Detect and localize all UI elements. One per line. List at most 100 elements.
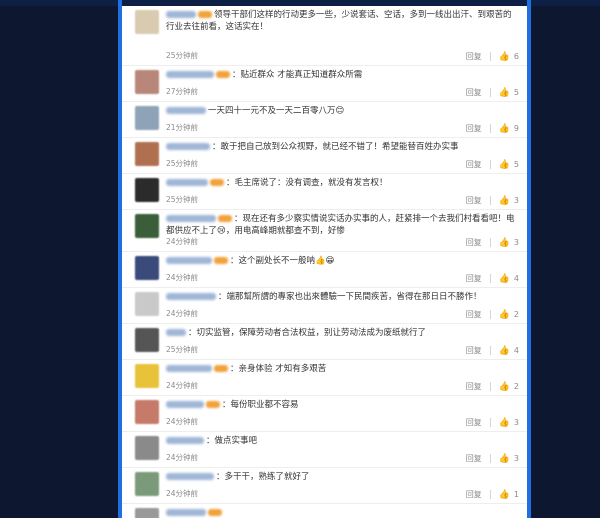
- avatar[interactable]: [135, 472, 159, 496]
- username-link[interactable]: [166, 215, 216, 222]
- comment-time: 21分钟前: [166, 123, 199, 132]
- comment-text: ：切实监管，保障劳动者合法权益，别让劳动法成为废纸就行了: [188, 328, 427, 338]
- comment-text: ：每份职业都不容易: [222, 400, 299, 410]
- comment-time: 27分钟前: [166, 87, 199, 96]
- reply-button[interactable]: 回复: [466, 345, 482, 356]
- action-divider: [489, 274, 491, 283]
- user-badge: [210, 179, 224, 186]
- avatar[interactable]: [135, 400, 159, 424]
- user-badge: [218, 215, 232, 222]
- thumbs-up-icon[interactable]: 👍: [499, 490, 510, 500]
- comment-item: ：毛主席说了：没有调查，就没有发言权！ 25分钟前 回复 👍 3: [122, 174, 527, 210]
- thumbs-up-icon[interactable]: 👍: [499, 238, 510, 248]
- thumbs-up-icon[interactable]: 👍: [499, 274, 510, 284]
- reply-button[interactable]: 回复: [466, 309, 482, 320]
- username-link[interactable]: [166, 437, 204, 444]
- action-divider: [489, 454, 491, 463]
- comment-item: 领导干部们这样的行动更多一些，少说套话、空话，多到一线出出汗、到艰苦的行业去往前…: [122, 6, 527, 66]
- action-divider: [489, 124, 491, 133]
- thumbs-up-icon[interactable]: 👍: [499, 346, 510, 356]
- comment-text: ：这个副处长不一般呐👍😁: [230, 256, 335, 266]
- comment-list[interactable]: 领导干部们这样的行动更多一些，少说套话、空话，多到一线出出汗、到艰苦的行业去往前…: [122, 6, 527, 518]
- action-divider: [489, 382, 491, 391]
- avatar[interactable]: [135, 214, 159, 238]
- user-badge: [214, 365, 228, 372]
- action-divider: [489, 52, 491, 61]
- reply-button[interactable]: 回复: [466, 51, 482, 62]
- reply-button[interactable]: 回复: [466, 453, 482, 464]
- like-count: 3: [513, 454, 519, 463]
- action-divider: [489, 490, 491, 499]
- comment-actions: 回复 👍 5: [466, 87, 519, 98]
- like-count: 6: [513, 52, 519, 61]
- comment-actions: 回复 👍 4: [466, 273, 519, 284]
- comment-time: 24分钟前: [166, 417, 199, 426]
- comment-time: 25分钟前: [166, 51, 199, 60]
- reply-button[interactable]: 回复: [466, 87, 482, 98]
- thumbs-up-icon[interactable]: 👍: [499, 196, 510, 206]
- like-count: 5: [513, 88, 519, 97]
- reply-button[interactable]: 回复: [466, 381, 482, 392]
- username-link[interactable]: [166, 179, 208, 186]
- comment-actions: 回复 👍 9: [466, 123, 519, 134]
- action-divider: [489, 346, 491, 355]
- username-link[interactable]: [166, 257, 212, 264]
- comment-actions: 回复 👍 3: [466, 417, 519, 428]
- avatar[interactable]: [135, 10, 159, 34]
- thumbs-up-icon[interactable]: 👍: [499, 310, 510, 320]
- username-link[interactable]: [166, 365, 212, 372]
- username-link[interactable]: [166, 11, 196, 18]
- username-link[interactable]: [166, 509, 206, 516]
- comment-actions: 回复 👍 5: [466, 159, 519, 170]
- comment-item: [122, 504, 527, 518]
- username-link[interactable]: [166, 107, 206, 114]
- comment-text: 领导干部们这样的行动更多一些，少说套话、空话，多到一线出出汗、到艰苦的行业去往前…: [166, 10, 512, 32]
- reply-button[interactable]: 回复: [466, 417, 482, 428]
- comment-actions: 回复 👍 3: [466, 453, 519, 464]
- avatar[interactable]: [135, 436, 159, 460]
- avatar[interactable]: [135, 142, 159, 166]
- comment-text: ：亲身体验 才知有多艰苦: [230, 364, 327, 374]
- comment-item: ：这个副处长不一般呐👍😁 24分钟前 回复 👍 4: [122, 252, 527, 288]
- username-link[interactable]: [166, 329, 186, 336]
- like-count: 4: [513, 274, 519, 283]
- avatar[interactable]: [135, 508, 159, 518]
- comment-time: 24分钟前: [166, 489, 199, 498]
- comment-text: ：敢于把自己放到公众视野，就已经不错了！希望能替百姓办实事: [212, 142, 459, 152]
- username-link[interactable]: [166, 143, 210, 150]
- comment-item: ：敢于把自己放到公众视野，就已经不错了！希望能替百姓办实事 25分钟前 回复 👍 5: [122, 138, 527, 174]
- reply-button[interactable]: 回复: [466, 237, 482, 248]
- reply-button[interactable]: 回复: [466, 489, 482, 500]
- avatar[interactable]: [135, 256, 159, 280]
- avatar[interactable]: [135, 364, 159, 388]
- thumbs-up-icon[interactable]: 👍: [499, 454, 510, 464]
- thumbs-up-icon[interactable]: 👍: [499, 88, 510, 98]
- reply-button[interactable]: 回复: [466, 273, 482, 284]
- thumbs-up-icon[interactable]: 👍: [499, 124, 510, 134]
- comment-actions: 回复 👍 3: [466, 237, 519, 248]
- avatar[interactable]: [135, 106, 159, 130]
- thumbs-up-icon[interactable]: 👍: [499, 160, 510, 170]
- comment-time: 24分钟前: [166, 453, 199, 462]
- reply-button[interactable]: 回复: [466, 123, 482, 134]
- username-link[interactable]: [166, 473, 214, 480]
- username-link[interactable]: [166, 71, 214, 78]
- avatar[interactable]: [135, 328, 159, 352]
- avatar[interactable]: [135, 70, 159, 94]
- username-link[interactable]: [166, 293, 216, 300]
- reply-button[interactable]: 回复: [466, 195, 482, 206]
- like-count: 3: [513, 418, 519, 427]
- avatar[interactable]: [135, 292, 159, 316]
- comment-item: ：亲身体验 才知有多艰苦 24分钟前 回复 👍 2: [122, 360, 527, 396]
- comment-actions: 回复 👍 3: [466, 195, 519, 206]
- comment-actions: 回复 👍 4: [466, 345, 519, 356]
- comment-time: 24分钟前: [166, 309, 199, 318]
- thumbs-up-icon[interactable]: 👍: [499, 382, 510, 392]
- username-link[interactable]: [166, 401, 204, 408]
- thumbs-up-icon[interactable]: 👍: [499, 418, 510, 428]
- avatar[interactable]: [135, 178, 159, 202]
- comment-item: ：切实监管，保障劳动者合法权益，别让劳动法成为废纸就行了 25分钟前 回复 👍 4: [122, 324, 527, 360]
- reply-button[interactable]: 回复: [466, 159, 482, 170]
- thumbs-up-icon[interactable]: 👍: [499, 52, 510, 62]
- comment-item: ：多干干，熟练了就好了 24分钟前 回复 👍 1: [122, 468, 527, 504]
